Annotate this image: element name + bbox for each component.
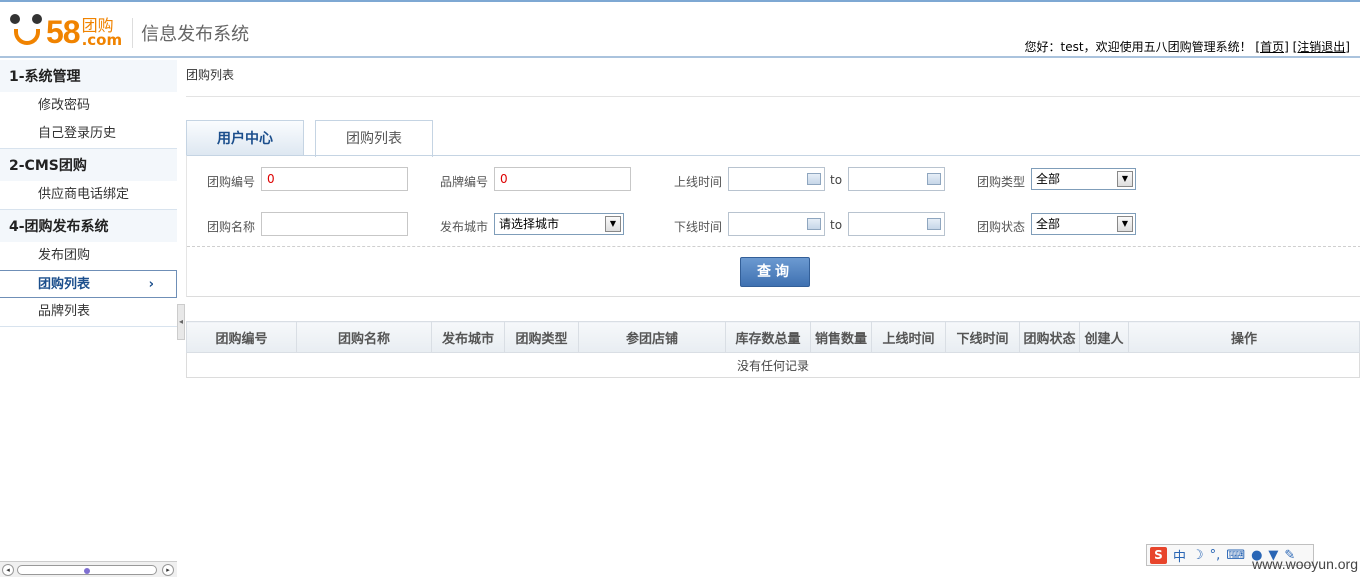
chevron-right-icon: › (148, 277, 154, 292)
sidebar-item-label: 团购列表 (38, 277, 91, 292)
sidebar-item-supplier-phone[interactable]: 供应商电话绑定 (0, 181, 177, 209)
tab-user-center[interactable]: 用户中心 (186, 120, 304, 156)
col-stock[interactable]: 库存数总量 (725, 321, 811, 353)
logo-com: .com (81, 31, 123, 49)
sogou-s-icon[interactable]: S (1150, 546, 1167, 564)
mascot-logo-icon (8, 14, 46, 48)
online-end-date-input[interactable] (848, 167, 945, 191)
table-row: 没有任何记录 (186, 352, 1360, 378)
punctuation-icon[interactable]: °, (1210, 548, 1221, 563)
group-type-select[interactable]: 全部 ▼ (1031, 168, 1136, 190)
group-id-input[interactable]: 0 (261, 167, 408, 191)
group-name-label: 团购名称 (207, 220, 256, 234)
city-value: 请选择城市 (499, 217, 560, 231)
dropdown-arrow-icon: ▼ (1117, 216, 1133, 232)
query-button[interactable]: 查询 (740, 257, 810, 287)
col-sales[interactable]: 销售数量 (810, 321, 872, 353)
sidebar-group-title[interactable]: 4-团购发布系统 (0, 210, 177, 242)
sidebar-group-publish: 4-团购发布系统 发布团购 团购列表 › 品牌列表 (0, 210, 177, 327)
col-group-type[interactable]: 团购类型 (504, 321, 579, 353)
online-start-date-input[interactable] (728, 167, 825, 191)
logo: 58 团购 .com 信息发布系统 (8, 12, 249, 48)
scroll-right-icon[interactable]: ▸ (162, 564, 174, 576)
sidebar-group-cms: 2-CMS团购 供应商电话绑定 (0, 149, 177, 210)
scroll-left-icon[interactable]: ◂ (2, 564, 14, 576)
group-name-input[interactable] (261, 212, 408, 236)
calendar-icon[interactable] (807, 218, 821, 230)
welcome-bar: 您好：test，欢迎使用五八团购管理系统！ [首页] [注销退出] (1025, 38, 1350, 55)
moon-icon[interactable]: ☽ (1192, 548, 1204, 563)
brand-id-input[interactable]: 0 (494, 167, 631, 191)
system-title: 信息发布系统 (141, 24, 250, 45)
sidebar-item-group-list[interactable]: 团购列表 › (0, 270, 177, 298)
online-time-label: 上线时间 (674, 175, 723, 189)
group-type-value: 全部 (1036, 172, 1061, 186)
sidebar: 1-系统管理 修改密码 自己登录历史 2-CMS团购 供应商电话绑定 4-团购发… (0, 60, 177, 577)
ime-chinese-mode[interactable]: 中 (1173, 546, 1186, 565)
filter-panel: 团购编号 0 品牌编号 0 上线时间 to 团购类型 全部 ▼ 团购名称 发布城… (186, 155, 1360, 297)
keyboard-icon[interactable]: ⌨ (1226, 548, 1245, 563)
logout-link[interactable]: [注销退出] (1293, 40, 1350, 54)
group-status-select[interactable]: 全部 ▼ (1031, 213, 1136, 235)
sidebar-group-system: 1-系统管理 修改密码 自己登录历史 (0, 60, 177, 149)
group-status-value: 全部 (1036, 217, 1061, 231)
col-group-name[interactable]: 团购名称 (296, 321, 432, 353)
header: 58 团购 .com 信息发布系统 您好：test，欢迎使用五八团购管理系统！ … (0, 2, 1360, 58)
tab-group-list[interactable]: 团购列表 (315, 120, 433, 157)
empty-message: 没有任何记录 (186, 352, 1360, 378)
city-select[interactable]: 请选择城市 ▼ (494, 213, 624, 235)
sidebar-group-title[interactable]: 2-CMS团购 (0, 149, 177, 181)
filter-row-1: 团购编号 0 品牌编号 0 上线时间 to 团购类型 全部 ▼ (187, 167, 1360, 193)
table-header-row: 团购编号 团购名称 发布城市 团购类型 参团店铺 库存数总量 销售数量 上线时间… (186, 321, 1360, 353)
calendar-icon[interactable] (927, 173, 941, 185)
scroll-track[interactable] (17, 565, 157, 575)
sidebar-item-brand-list[interactable]: 品牌列表 (0, 298, 177, 326)
calendar-icon[interactable] (927, 218, 941, 230)
col-status[interactable]: 团购状态 (1019, 321, 1080, 353)
sidebar-item-publish-group[interactable]: 发布团购 (0, 242, 177, 270)
calendar-icon[interactable] (807, 173, 821, 185)
col-group-id[interactable]: 团购编号 (186, 321, 297, 353)
filter-divider (187, 246, 1360, 247)
sidebar-group-title[interactable]: 1-系统管理 (0, 60, 177, 92)
filter-row-2: 团购名称 发布城市 请选择城市 ▼ 下线时间 to 团购状态 全部 ▼ (187, 212, 1360, 238)
group-list-table: 团购编号 团购名称 发布城市 团购类型 参团店铺 库存数总量 销售数量 上线时间… (186, 321, 1360, 378)
sidebar-item-change-password[interactable]: 修改密码 (0, 92, 177, 120)
group-id-label: 团购编号 (207, 175, 256, 189)
to-label: to (830, 218, 843, 232)
city-label: 发布城市 (440, 220, 489, 234)
to-label: to (830, 173, 843, 187)
col-offline-time[interactable]: 下线时间 (945, 321, 1020, 353)
col-online-time[interactable]: 上线时间 (871, 321, 946, 353)
dropdown-arrow-icon: ▼ (605, 216, 621, 232)
group-status-label: 团购状态 (977, 220, 1026, 234)
watermark: www.wooyun.org (1252, 556, 1358, 572)
col-shops[interactable]: 参团店铺 (578, 321, 726, 353)
breadcrumb: 团购列表 (186, 60, 1360, 97)
col-creator[interactable]: 创建人 (1079, 321, 1129, 353)
offline-start-date-input[interactable] (728, 212, 825, 236)
home-link[interactable]: [首页] (1255, 40, 1288, 54)
horizontal-scrollbar[interactable]: ◂ ▸ (0, 561, 177, 577)
tab-bar: 用户中心 团购列表 (186, 120, 444, 157)
brand-id-label: 品牌编号 (440, 175, 489, 189)
logo-divider (132, 18, 134, 48)
offline-end-date-input[interactable] (848, 212, 945, 236)
col-actions[interactable]: 操作 (1128, 321, 1360, 353)
sidebar-collapse-handle[interactable]: ◂ (177, 304, 185, 340)
scroll-thumb[interactable] (84, 568, 90, 574)
logo-number: 58 (46, 14, 81, 50)
offline-time-label: 下线时间 (674, 220, 723, 234)
dropdown-arrow-icon: ▼ (1117, 171, 1133, 187)
sidebar-item-login-history[interactable]: 自己登录历史 (0, 120, 177, 148)
main-content: 团购列表 用户中心 团购列表 团购编号 0 品牌编号 0 上线时间 to 团购类… (186, 60, 1360, 378)
col-city[interactable]: 发布城市 (431, 321, 505, 353)
welcome-text: 您好：test，欢迎使用五八团购管理系统！ (1024, 40, 1252, 54)
group-type-label: 团购类型 (977, 175, 1026, 189)
